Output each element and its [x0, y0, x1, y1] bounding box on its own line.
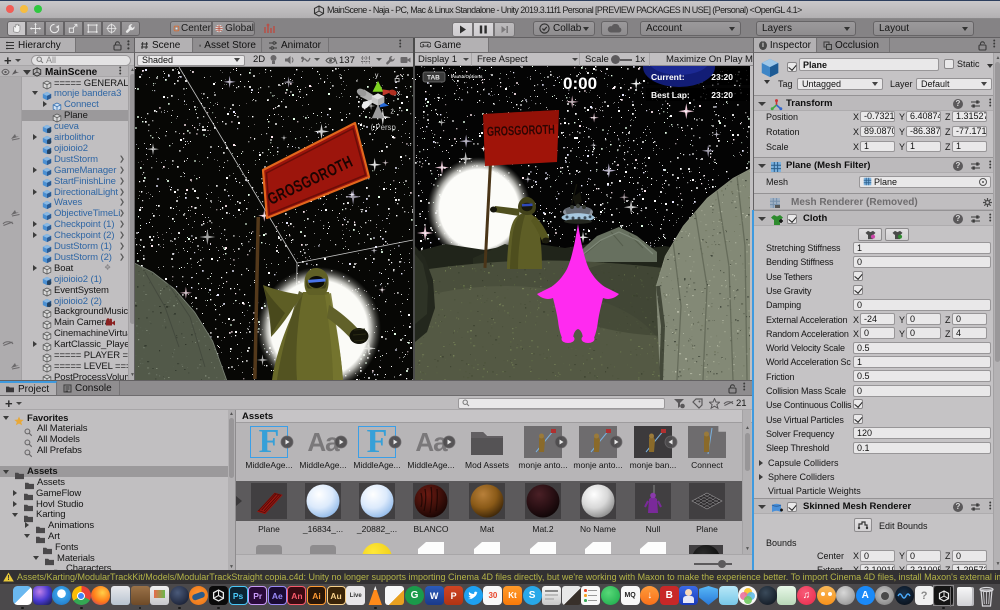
svg-text:!: ! — [7, 575, 9, 582]
svg-text:Best Lap:: Best Lap: — [651, 90, 690, 100]
svg-text:x.: x. — [397, 90, 403, 97]
svg-text:23:20: 23:20 — [711, 90, 733, 100]
svg-text:0:00: 0:00 — [563, 74, 597, 93]
svg-text:Current:: Current: — [651, 72, 685, 82]
svg-text:z: z — [390, 109, 394, 116]
svg-text:GROSGOROTH: GROSGOROTH — [487, 122, 555, 139]
svg-text:Pausa/Options: Pausa/Options — [451, 74, 483, 79]
svg-text:TAB: TAB — [427, 75, 440, 82]
svg-text:y: y — [375, 73, 379, 80]
svg-text:⟨ Persp: ⟨ Persp — [370, 123, 396, 132]
svg-text:23:20: 23:20 — [711, 72, 733, 82]
